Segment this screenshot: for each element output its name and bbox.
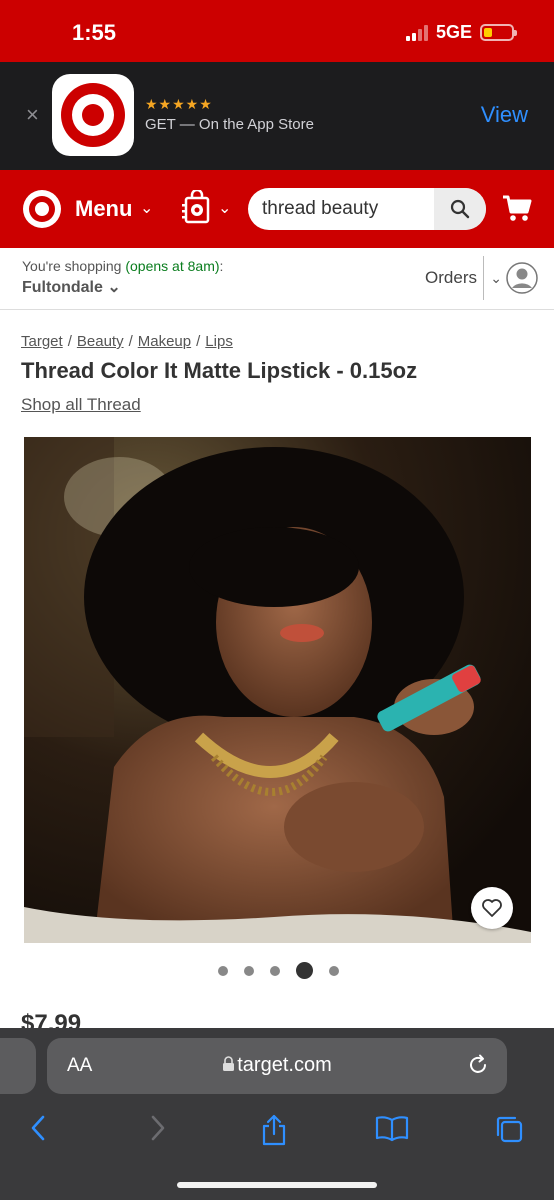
back-icon[interactable] — [28, 1114, 48, 1147]
lock-icon — [223, 1056, 235, 1071]
search-button[interactable] — [434, 188, 486, 230]
cart-icon[interactable] — [502, 194, 532, 227]
bookmarks-icon[interactable] — [375, 1114, 409, 1147]
chevron-down-icon: ⌄ — [140, 200, 154, 217]
app-store-banner: × ★★★★★ GET — On the App Store View — [0, 62, 554, 170]
product-title: Thread Color It Matte Lipstick - 0.15oz — [21, 358, 418, 383]
store-hours: (opens at 8am) — [125, 258, 220, 274]
search-input[interactable]: thread beauty — [248, 188, 486, 230]
browser-toolbar: AA target.com — [0, 1028, 554, 1200]
orders-link[interactable]: Orders — [425, 268, 477, 288]
status-indicators: 5GE — [405, 22, 517, 43]
target-app-icon[interactable] — [52, 74, 134, 156]
shopping-at-label: You're shopping (opens at 8am): — [22, 258, 224, 274]
address-bar[interactable]: AA target.com — [47, 1038, 507, 1094]
store-selector-bar: You're shopping (opens at 8am): Fultonda… — [0, 248, 554, 310]
banner-subtitle: GET — On the App Store — [145, 116, 314, 133]
bullseye-icon — [23, 190, 61, 228]
battery-icon — [480, 24, 517, 41]
share-icon[interactable] — [260, 1114, 288, 1151]
url-display: target.com — [47, 1054, 507, 1077]
product-photo — [24, 437, 531, 943]
breadcrumb-link[interactable]: Target — [21, 333, 63, 350]
search-icon — [450, 199, 470, 219]
network-type: 5GE — [435, 22, 472, 42]
target-logo-icon — [61, 83, 125, 147]
forward-icon[interactable] — [148, 1114, 168, 1147]
heart-icon — [482, 899, 502, 917]
image-carousel-dots — [0, 962, 554, 979]
banner-close-button[interactable]: × — [26, 102, 39, 128]
menu-button[interactable]: Menu — [75, 196, 132, 222]
rating-stars: ★★★★★ — [145, 96, 213, 112]
home-indicator[interactable] — [177, 1182, 377, 1188]
site-header: Menu ⌄ ⌄ thread beauty — [0, 170, 554, 248]
breadcrumb: Target / Beauty / Makeup / Lips — [21, 333, 233, 350]
search-value: thread beauty — [262, 198, 379, 219]
safari-nav-toolbar — [0, 1114, 554, 1154]
breadcrumb-link[interactable]: Makeup — [138, 333, 191, 350]
account-icon[interactable] — [506, 262, 538, 299]
carousel-dot[interactable] — [217, 965, 228, 976]
breadcrumb-link[interactable]: Lips — [205, 333, 233, 350]
favorite-button[interactable] — [471, 887, 513, 929]
view-in-app-store-button[interactable]: View — [481, 102, 528, 128]
store-pickup-icon[interactable] — [182, 188, 212, 229]
store-selector[interactable]: Fultondale ⌄ — [22, 277, 121, 297]
chevron-down-icon: ⌄ — [107, 279, 121, 296]
carousel-dot[interactable] — [328, 965, 339, 976]
chevron-down-icon[interactable]: ⌄ — [490, 270, 502, 287]
previous-tab-pill[interactable] — [0, 1038, 36, 1094]
shop-all-brand-link[interactable]: Shop all Thread — [21, 395, 141, 415]
product-image[interactable] — [24, 437, 531, 943]
divider — [483, 256, 484, 300]
carousel-dot[interactable] — [269, 965, 280, 976]
tabs-icon[interactable] — [494, 1114, 524, 1149]
carousel-dot-active[interactable] — [295, 962, 313, 979]
status-bar: 1:55 5GE — [0, 0, 554, 62]
carousel-dot[interactable] — [243, 965, 254, 976]
status-time: 1:55 — [72, 20, 117, 45]
target-logo[interactable] — [22, 189, 62, 234]
breadcrumb-link[interactable]: Beauty — [77, 333, 124, 350]
reload-icon[interactable] — [467, 1054, 489, 1081]
chevron-down-icon: ⌄ — [218, 200, 232, 217]
cellular-signal-icon — [405, 24, 428, 41]
